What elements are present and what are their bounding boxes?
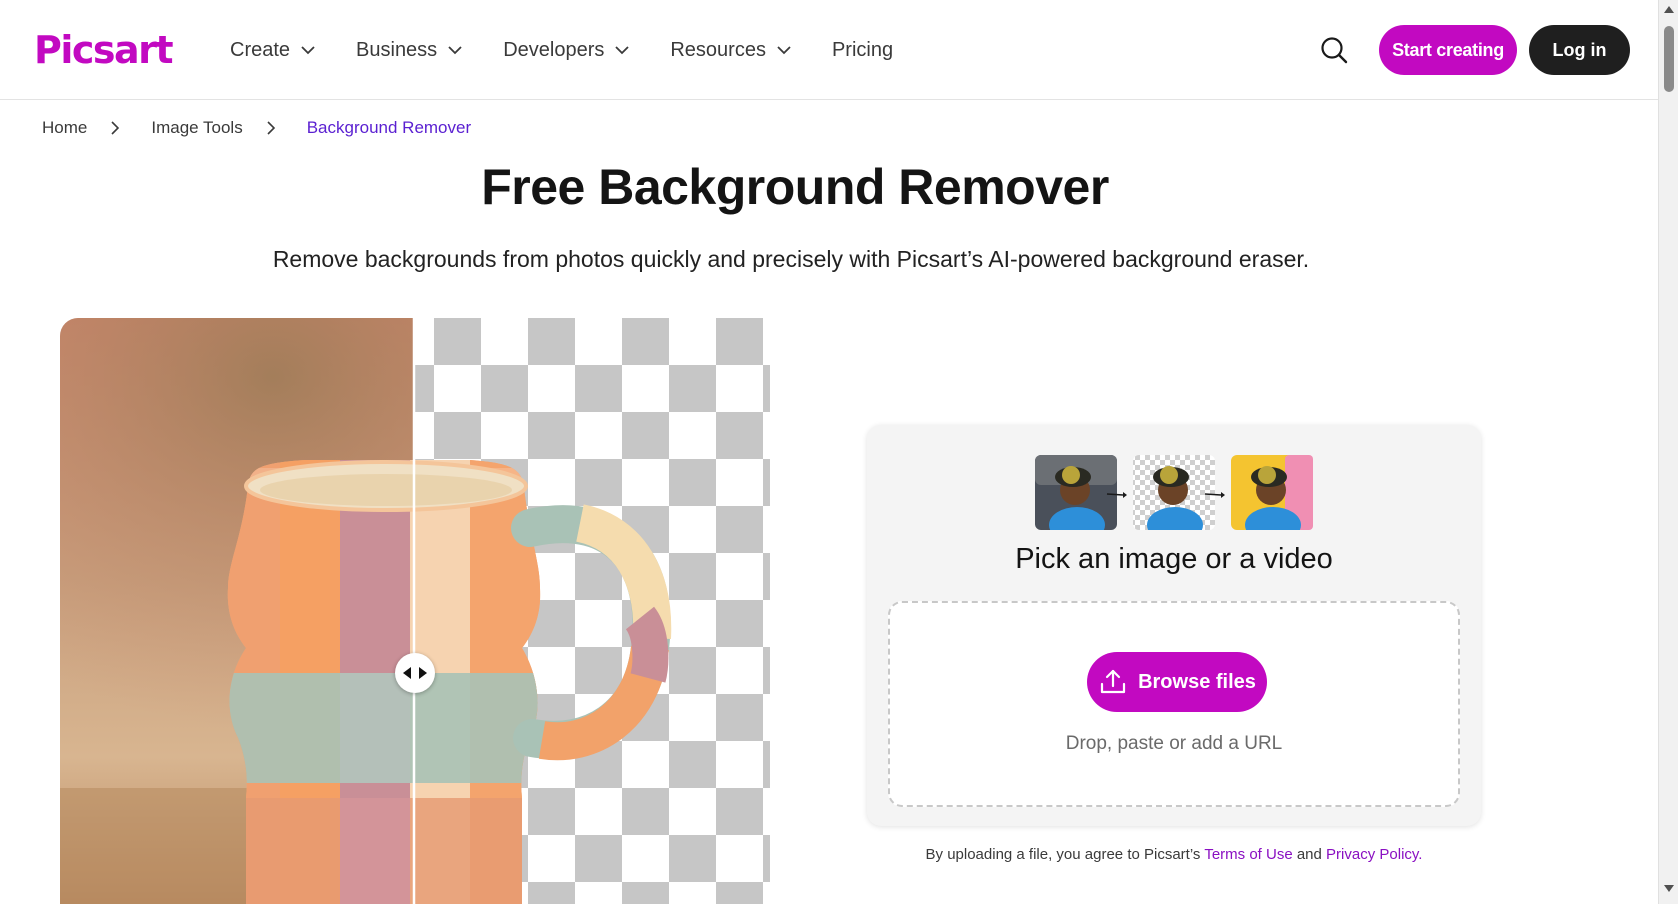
breadcrumb-image-tools[interactable]: Image Tools xyxy=(151,118,242,138)
legal-and: and xyxy=(1296,846,1322,863)
upload-card: Pick an image or a video Browse files Dr… xyxy=(867,425,1481,826)
page-title: Free Background Remover xyxy=(481,159,1109,215)
scroll-down-arrow-icon[interactable] xyxy=(1664,885,1674,892)
nav-business-label: Business xyxy=(356,38,438,61)
login-button[interactable]: Log in xyxy=(1529,25,1630,75)
nav-business[interactable]: Business xyxy=(356,36,463,64)
nav-create-label: Create xyxy=(230,38,291,61)
chevron-down-icon xyxy=(777,46,791,55)
compare-slider-handle[interactable] xyxy=(395,653,435,693)
browse-files-label: Browse files xyxy=(1138,670,1256,693)
chevron-down-icon xyxy=(448,46,462,55)
picsart-logo[interactable]: Picsart xyxy=(34,28,174,72)
breadcrumb-background-remover: Background Remover xyxy=(306,118,472,137)
nav-create[interactable]: Create xyxy=(230,36,316,64)
page-subtitle: Remove backgrounds from photos quickly a… xyxy=(272,246,1310,272)
scroll-thumb[interactable] xyxy=(1664,26,1674,92)
mug-comparison-image xyxy=(60,318,770,904)
nav-resources[interactable]: Resources xyxy=(670,36,792,64)
process-preview-thumbnails xyxy=(1035,455,1313,530)
upload-legal-notice: By uploading a file, you agree to Picsar… xyxy=(867,846,1481,863)
page-scrollbar[interactable] xyxy=(1658,0,1678,904)
terms-of-use-link[interactable]: Terms of Use xyxy=(1204,846,1292,863)
search-icon[interactable] xyxy=(1318,34,1350,66)
chevron-down-icon xyxy=(301,46,315,55)
privacy-policy-link[interactable]: Privacy Policy. xyxy=(1326,846,1422,863)
nav-resources-label: Resources xyxy=(670,38,766,61)
upload-heading: Pick an image or a video xyxy=(1015,543,1333,575)
chevron-right-icon xyxy=(267,121,275,135)
before-after-preview xyxy=(60,318,770,904)
breadcrumb-home[interactable]: Home xyxy=(42,118,87,138)
main-nav: Create Business Developers Resources Pri… xyxy=(230,36,893,64)
drag-arrows-icon xyxy=(403,667,427,679)
chevron-down-icon xyxy=(615,46,629,55)
start-creating-button[interactable]: Start creating xyxy=(1379,25,1517,75)
legal-prefix: By uploading a file, you agree to Picsar… xyxy=(925,846,1201,863)
nav-pricing-label: Pricing xyxy=(831,38,894,61)
scroll-up-arrow-icon[interactable] xyxy=(1664,6,1674,13)
browse-files-button[interactable]: Browse files xyxy=(1087,652,1267,712)
nav-developers[interactable]: Developers xyxy=(503,36,630,64)
site-header: Picsart Create Business Developers Resou… xyxy=(0,0,1658,100)
breadcrumb: Home Image Tools Background Remover xyxy=(42,118,471,138)
chevron-right-icon xyxy=(111,121,120,135)
nav-pricing[interactable]: Pricing xyxy=(832,36,893,64)
upload-icon xyxy=(1100,669,1126,694)
drop-hint: Drop, paste or add a URL xyxy=(1065,733,1283,754)
file-dropzone[interactable]: Browse files Drop, paste or add a URL xyxy=(888,601,1460,807)
nav-developers-label: Developers xyxy=(503,38,605,61)
